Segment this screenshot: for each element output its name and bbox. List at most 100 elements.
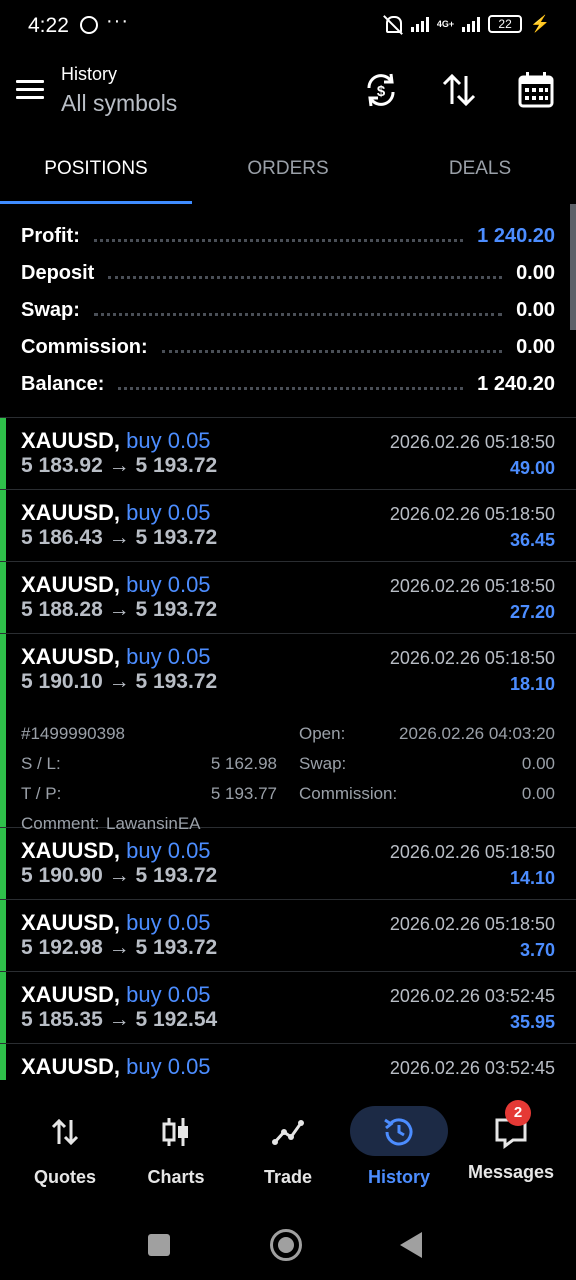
tab-deals[interactable]: DEALS	[384, 140, 576, 204]
nav-trade[interactable]: Trade	[233, 1106, 343, 1196]
arrow-icon: →	[108, 936, 130, 959]
signal-icon	[410, 16, 429, 32]
nav-quotes[interactable]: Quotes	[10, 1106, 120, 1196]
calendar-icon[interactable]	[516, 70, 556, 110]
page-title: History	[61, 64, 118, 84]
nav-charts[interactable]: Charts	[121, 1106, 231, 1196]
tp-label: T / P:	[21, 784, 62, 803]
recents-button[interactable]	[148, 1234, 170, 1256]
ticket-number: #1499990398	[21, 724, 126, 743]
close-price: 5 193.72	[135, 454, 218, 477]
close-price: 5 193.72	[135, 598, 218, 621]
positions-list[interactable]: XAUUSD, buy 0.05 5 183.92 → 5 193.72 202…	[0, 418, 576, 1080]
more-dots-icon: ···	[106, 10, 129, 32]
profit-label: Profit:	[21, 224, 80, 247]
position-time: 2026.02.26 05:18:50	[389, 504, 555, 524]
position-symbol: XAUUSD,	[21, 500, 121, 525]
app-header: History All symbols $	[0, 52, 576, 132]
position-time: 2026.02.26 05:18:50	[389, 914, 555, 934]
position-row[interactable]: XAUUSD, buy 0.05 5 183.92 → 5 193.72 202…	[0, 418, 576, 490]
menu-icon[interactable]	[16, 80, 44, 100]
tp-value: 5 193.77	[210, 784, 277, 803]
position-symbol: XAUUSD,	[21, 1054, 121, 1079]
position-row[interactable]: XAUUSD, buy 0.05 5 188.28 → 5 193.72 202…	[0, 562, 576, 634]
arrow-icon: →	[108, 864, 130, 887]
arrow-icon: →	[108, 670, 130, 693]
tab-bar: POSITIONS ORDERS DEALS	[0, 140, 576, 204]
commission-value: 0.00	[516, 335, 555, 358]
position-time: 2026.02.26 05:18:50	[389, 648, 555, 668]
position-profit: 18.10	[509, 674, 555, 694]
detail-commission-value: 0.00	[521, 784, 555, 803]
balance-value: 1 240.20	[477, 372, 555, 395]
position-side: buy 0.05	[126, 644, 211, 669]
balance-label: Balance:	[21, 372, 105, 395]
unread-badge: 2	[505, 1100, 531, 1126]
status-time: 4:22	[28, 14, 69, 37]
nav-quotes-label: Quotes	[33, 1167, 96, 1187]
open-price: 5 192.98	[21, 936, 103, 959]
detail-swap-value: 0.00	[521, 754, 555, 773]
charts-icon	[162, 1118, 188, 1146]
position-symbol: XAUUSD,	[21, 572, 121, 597]
system-nav-bar	[0, 1212, 576, 1280]
commission-label: Commission:	[21, 335, 148, 358]
position-profit: 36.45	[509, 530, 555, 550]
position-row-expanded[interactable]: XAUUSD, buy 0.05 5 190.10 → 5 193.72 202…	[0, 634, 576, 833]
tab-positions[interactable]: POSITIONS	[0, 140, 192, 204]
position-time: 2026.02.26 03:52:45	[389, 1058, 555, 1078]
open-price: 5 190.10	[21, 670, 103, 693]
scrollbar[interactable]	[570, 204, 576, 330]
position-row[interactable]: XAUUSD, buy 0.05 5 185.35 → 5 192.54 202…	[0, 972, 576, 1044]
nav-history[interactable]: History	[344, 1106, 454, 1196]
whatsapp-icon	[80, 16, 98, 34]
status-bar: 4:22 ··· 4G+ 22 ⚡	[0, 0, 576, 52]
arrow-icon: →	[108, 526, 130, 549]
summary-deposit-row: Deposit 0.00	[21, 255, 555, 291]
close-price: 5 193.72	[135, 936, 218, 959]
nav-trade-label: Trade	[263, 1167, 313, 1187]
close-price: 5 193.72	[135, 670, 218, 693]
tab-orders[interactable]: ORDERS	[192, 140, 384, 204]
symbol-filter[interactable]: All symbols	[61, 90, 177, 117]
sort-icon[interactable]	[439, 70, 479, 110]
nav-messages-label: Messages	[467, 1162, 555, 1182]
position-side: buy 0.05	[126, 982, 211, 1007]
open-price: 5 183.92	[21, 454, 103, 477]
network-type: 4G+	[436, 18, 455, 29]
close-price: 5 193.72	[135, 526, 218, 549]
history-icon	[384, 1118, 413, 1146]
home-button[interactable]	[270, 1229, 302, 1261]
position-side: buy 0.05	[126, 910, 211, 935]
arrow-icon: →	[108, 1008, 130, 1031]
status-right: 4G+ 22 ⚡	[383, 14, 550, 34]
quotes-icon	[51, 1118, 79, 1146]
open-price: 5 188.28	[21, 598, 103, 621]
sync-icon[interactable]: $	[361, 70, 401, 110]
open-price: 5 185.35	[21, 1008, 103, 1031]
open-time-label: Open:	[299, 724, 346, 743]
signal-icon-2	[462, 16, 481, 32]
nav-history-label: History	[367, 1167, 430, 1187]
summary-commission-row: Commission: 0.00	[21, 329, 555, 365]
battery-icon: 22	[488, 15, 523, 33]
sl-label: S / L:	[21, 754, 61, 773]
position-row[interactable]: XAUUSD, buy 0.05 5 192.98 → 5 193.72 202…	[0, 900, 576, 972]
back-button[interactable]	[400, 1232, 422, 1258]
position-row[interactable]: XAUUSD, buy 0.05 2026.02.26 03:52:45	[0, 1044, 576, 1080]
summary-swap-row: Swap: 0.00	[21, 292, 555, 328]
position-profit: 3.70	[519, 940, 555, 960]
position-time: 2026.02.26 05:18:50	[389, 576, 555, 596]
open-time-value: 2026.02.26 04:03:20	[399, 724, 555, 743]
sl-value: 5 162.98	[210, 754, 277, 773]
svg-text:$: $	[377, 83, 386, 100]
position-row[interactable]: XAUUSD, buy 0.05 5 186.43 → 5 193.72 202…	[0, 490, 576, 562]
position-row[interactable]: XAUUSD, buy 0.05 5 190.90 → 5 193.72 202…	[0, 828, 576, 900]
trade-icon	[272, 1120, 304, 1145]
detail-swap-label: Swap:	[299, 754, 347, 773]
charging-icon: ⚡	[530, 16, 550, 33]
position-symbol: XAUUSD,	[21, 838, 121, 863]
position-symbol: XAUUSD,	[21, 428, 121, 453]
open-price: 5 186.43	[21, 526, 103, 549]
nav-messages[interactable]: 2 Messages	[456, 1100, 566, 1196]
